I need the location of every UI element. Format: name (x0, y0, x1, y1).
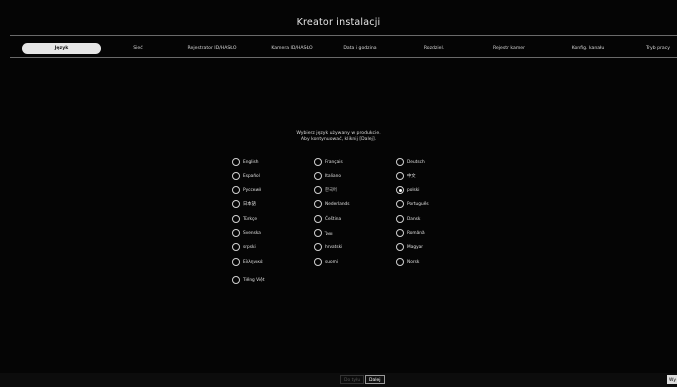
back-button[interactable]: Do tyłu (340, 375, 365, 384)
radio-icon[interactable] (396, 172, 404, 180)
language-option-greek[interactable]: Ελληνικά (232, 257, 263, 267)
tab-channel-config[interactable]: Konfig. kanału (563, 43, 613, 54)
language-option-english[interactable]: English (232, 157, 259, 167)
window-title: Kreator instalacji (296, 17, 381, 28)
language-option-portuguese[interactable]: Português (396, 199, 429, 209)
language-option-thai[interactable]: ไทย (314, 228, 333, 238)
tab-language[interactable]: Język (22, 43, 101, 54)
language-option-hungarian[interactable]: Magyar (396, 242, 423, 252)
divider (10, 57, 677, 58)
language-label: Norsk (407, 259, 420, 265)
language-option-french[interactable]: Français (314, 157, 343, 167)
language-label: polski (407, 187, 420, 193)
radio-icon[interactable] (314, 258, 322, 266)
language-label: Svenska (243, 230, 261, 236)
language-label: Dansk (407, 216, 421, 222)
radio-icon[interactable] (232, 215, 240, 223)
language-label: Română (407, 230, 425, 236)
radio-icon[interactable] (396, 258, 404, 266)
radio-icon[interactable] (232, 186, 240, 194)
divider (10, 35, 677, 36)
language-label: Magyar (407, 244, 424, 250)
radio-icon[interactable] (396, 243, 404, 251)
language-option-croatian[interactable]: hrvatski (314, 242, 342, 252)
language-label: Türkçe (243, 216, 258, 222)
language-option-dutch[interactable]: Nederlands (314, 199, 350, 209)
radio-icon[interactable] (396, 158, 404, 166)
radio-icon[interactable] (232, 200, 240, 208)
language-option-vietnamese[interactable]: Tiếng Việt (232, 275, 265, 285)
tab-network[interactable]: Sieć (116, 43, 160, 54)
language-option-korean[interactable]: 한국어 (314, 185, 337, 195)
radio-icon[interactable] (396, 200, 404, 208)
language-label: Italiano (325, 173, 341, 179)
tab-camera-registration[interactable]: Rejestr kamer (484, 43, 534, 54)
language-option-russian[interactable]: Русский (232, 185, 261, 195)
language-option-serbian[interactable]: srpski (232, 242, 256, 252)
radio-icon[interactable] (396, 215, 404, 223)
language-label: Deutsch (407, 159, 425, 165)
next-button[interactable]: Dalej (365, 375, 385, 384)
radio-icon[interactable] (232, 158, 240, 166)
language-option-italian[interactable]: Italiano (314, 171, 341, 181)
radio-selected-icon[interactable] (396, 186, 404, 194)
radio-icon[interactable] (232, 172, 240, 180)
language-option-finnish[interactable]: suomi (314, 257, 338, 267)
footer-bar (0, 373, 677, 387)
language-label: Ελληνικά (243, 259, 263, 265)
language-label: Tiếng Việt (243, 277, 265, 283)
tab-date-time[interactable]: Data i godzina (333, 43, 387, 54)
wizard-tabs: Język Sieć Rejestrator ID/HASŁO Kamera I… (22, 43, 677, 54)
language-option-polish[interactable]: polski (396, 185, 419, 195)
language-label: English (243, 159, 259, 165)
tab-camera-credentials[interactable]: Kamera ID/HASŁO (257, 43, 327, 54)
language-option-czech[interactable]: Čeština (314, 214, 341, 224)
radio-icon[interactable] (314, 172, 322, 180)
language-option-chinese[interactable]: 中文 (396, 171, 416, 181)
language-label: ไทย (325, 231, 333, 237)
language-option-german[interactable]: Deutsch (396, 157, 425, 167)
language-option-danish[interactable]: Dansk (396, 214, 420, 224)
language-label: hrvatski (325, 244, 343, 250)
language-label: 한국어 (325, 188, 337, 193)
tab-recorder-credentials[interactable]: Rejestrator ID/HASŁO (177, 43, 247, 54)
language-label: Português (407, 201, 429, 207)
radio-icon[interactable] (232, 243, 240, 251)
radio-icon[interactable] (314, 158, 322, 166)
language-label: Español (243, 173, 260, 179)
instructions: Wybierz język używany w produkcie. Aby k… (0, 131, 677, 143)
language-option-japanese[interactable]: 日本語 (232, 199, 256, 209)
language-option-swedish[interactable]: Svenska (232, 228, 261, 238)
language-option-norwegian[interactable]: Norsk (396, 257, 419, 267)
radio-icon[interactable] (314, 186, 322, 194)
language-label: 日本語 (243, 202, 256, 207)
tab-resolution[interactable]: Rozdziel. (415, 43, 453, 54)
language-option-turkish[interactable]: Türkçe (232, 214, 257, 224)
exit-button[interactable]: Wy (667, 375, 677, 384)
radio-icon[interactable] (314, 215, 322, 223)
install-wizard: Kreator instalacji Język Sieć Rejestrato… (0, 0, 677, 387)
radio-icon[interactable] (314, 243, 322, 251)
language-label: 中文 (407, 174, 416, 179)
language-label: srpski (243, 244, 256, 250)
radio-icon[interactable] (396, 229, 404, 237)
tab-operating-mode[interactable]: Tryb pracy (639, 43, 677, 54)
language-option-romanian[interactable]: Română (396, 228, 425, 238)
language-label: Русский (243, 187, 262, 193)
language-label: Français (325, 159, 343, 165)
language-label: Čeština (325, 216, 342, 222)
language-label: suomi (325, 259, 338, 265)
radio-icon[interactable] (232, 258, 240, 266)
radio-icon[interactable] (232, 229, 240, 237)
radio-icon[interactable] (314, 229, 322, 237)
language-option-spanish[interactable]: Español (232, 171, 260, 181)
language-label: Nederlands (325, 201, 350, 207)
radio-icon[interactable] (314, 200, 322, 208)
radio-icon[interactable] (232, 276, 240, 284)
instruction-line: Aby kontynuować, kliknij [Dalej]. (300, 137, 377, 142)
